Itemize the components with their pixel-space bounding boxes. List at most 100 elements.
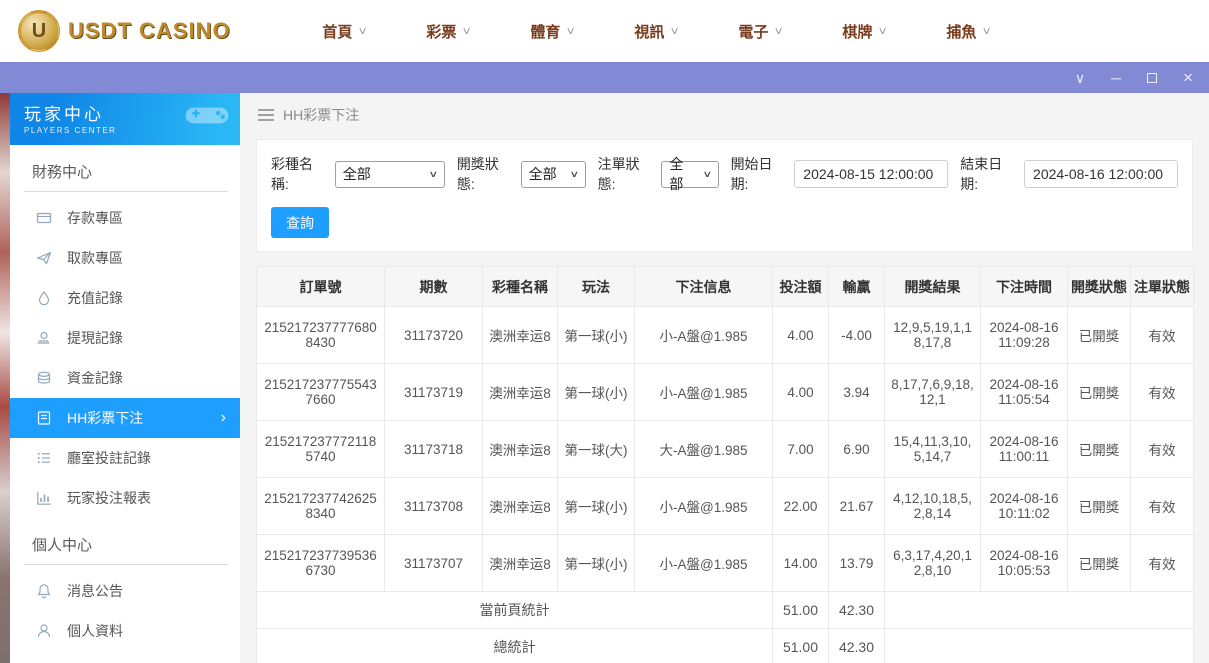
sidebar-item-label: 消息公告 bbox=[67, 581, 123, 601]
cell-play: 第一球(小) bbox=[558, 478, 635, 535]
cell-draw-status: 已開獎 bbox=[1068, 478, 1131, 535]
cell-order-id: 2152172377426258340 bbox=[257, 478, 385, 535]
col-result: 開獎結果 bbox=[885, 267, 981, 307]
cell-draw-status: 已開獎 bbox=[1068, 307, 1131, 364]
cell-bet-info: 小-A盤@1.985 bbox=[635, 364, 773, 421]
sidebar-item-profile[interactable]: 個人資料 bbox=[10, 611, 240, 651]
cell-bet-info: 小-A盤@1.985 bbox=[635, 478, 773, 535]
chevron-down-icon: ∨ bbox=[774, 26, 784, 37]
coins-icon bbox=[36, 370, 52, 386]
sidebar-item-withdraw[interactable]: 取款專區 bbox=[10, 238, 240, 278]
cell-order-id: 2152172377755437660 bbox=[257, 364, 385, 421]
nav-item-boardgames[interactable]: 棋牌 ∨ bbox=[813, 21, 917, 42]
cell-draw-status: 已開獎 bbox=[1068, 421, 1131, 478]
cell-result: 6,3,17,4,20,12,8,10 bbox=[885, 535, 981, 592]
lottery-select[interactable]: 全部 ∨ bbox=[335, 161, 445, 188]
players-center-header: 玩家中心 PLAYERS CENTER bbox=[10, 93, 240, 145]
sidebar-item-label: 廳室投註記錄 bbox=[67, 448, 151, 468]
cell-order-status: 有效 bbox=[1131, 535, 1194, 592]
background-image-strip bbox=[0, 93, 10, 663]
sidebar-item-deposit[interactable]: 存款專區 bbox=[10, 198, 240, 238]
menu-icon[interactable] bbox=[258, 108, 274, 122]
bets-table: 訂單號 期數 彩種名稱 玩法 下注信息 投注額 輸贏 開獎結果 下注時間 開獎狀… bbox=[256, 266, 1194, 663]
sidebar-item-label: 充值記錄 bbox=[67, 288, 123, 308]
window-collapse-icon[interactable]: ∨ bbox=[1075, 71, 1085, 85]
cell-lottery: 澳洲幸运8 bbox=[483, 364, 558, 421]
sidebar-item-player-bet-report[interactable]: 玩家投注報表 bbox=[10, 478, 240, 518]
chevron-right-icon: › bbox=[221, 409, 226, 427]
table-row: 2152172377395366730 31173707 澳洲幸运8 第一球(小… bbox=[257, 535, 1194, 592]
cell-draw-status: 已開獎 bbox=[1068, 364, 1131, 421]
cell-win-loss: 21.67 bbox=[829, 478, 885, 535]
cell-time: 2024-08-16 11:05:54 bbox=[981, 364, 1068, 421]
cell-order-status: 有效 bbox=[1131, 478, 1194, 535]
end-date-input[interactable] bbox=[1024, 160, 1178, 188]
sidebar-item-announcements[interactable]: 消息公告 bbox=[10, 571, 240, 611]
window-maximize-icon[interactable] bbox=[1147, 73, 1157, 83]
sidebar-item-label: 取款專區 bbox=[67, 248, 123, 268]
draw-status-select-value: 全部 bbox=[529, 164, 557, 184]
chevron-down-icon: ∨ bbox=[670, 26, 680, 37]
bets-table-wrap: 訂單號 期數 彩種名稱 玩法 下注信息 投注額 輸贏 開獎結果 下注時間 開獎狀… bbox=[256, 266, 1193, 663]
nav-item-slots[interactable]: 電子 ∨ bbox=[709, 21, 813, 42]
nav-item-home[interactable]: 首頁 ∨ bbox=[293, 21, 397, 42]
nav-item-live[interactable]: 視訊 ∨ bbox=[605, 21, 709, 42]
nav-item-lottery[interactable]: 彩票 ∨ bbox=[397, 21, 501, 42]
nav-item-label: 棋牌 bbox=[842, 21, 872, 42]
chevron-down-icon: ∨ bbox=[878, 26, 888, 37]
table-row: 2152172377755437660 31173719 澳洲幸运8 第一球(小… bbox=[257, 364, 1194, 421]
window-close-icon[interactable]: × bbox=[1183, 69, 1193, 86]
user-icon bbox=[36, 623, 52, 639]
start-date-input[interactable] bbox=[794, 160, 948, 188]
logo-text: USDT CASINO bbox=[68, 18, 231, 44]
table-row: 2152172377426258340 31173708 澳洲幸运8 第一球(小… bbox=[257, 478, 1194, 535]
sidebar-item-label: 提現記錄 bbox=[67, 328, 123, 348]
cell-result: 8,17,7,6,9,18,12,1 bbox=[885, 364, 981, 421]
lottery-label: 彩種名稱: bbox=[271, 154, 330, 194]
order-status-select[interactable]: 全部 ∨ bbox=[661, 161, 718, 188]
cell-amount: 7.00 bbox=[773, 421, 829, 478]
cell-time: 2024-08-16 11:09:28 bbox=[981, 307, 1068, 364]
logo[interactable]: U USDT CASINO bbox=[18, 10, 231, 52]
section-finance-heading: 財務中心 bbox=[24, 161, 228, 192]
filter-row: 彩種名稱: 全部 ∨ 開獎狀態: 全部 ∨ 注單狀態: 全部 ∨ 開始日期: 結… bbox=[271, 154, 1178, 194]
page-summary-row: 當前頁統計 51.00 42.30 bbox=[257, 592, 1194, 629]
cell-time: 2024-08-16 10:11:02 bbox=[981, 478, 1068, 535]
chevron-down-icon: ∨ bbox=[982, 26, 992, 37]
table-header-row: 訂單號 期數 彩種名稱 玩法 下注信息 投注額 輸贏 開獎結果 下注時間 開獎狀… bbox=[257, 267, 1194, 307]
cell-lottery: 澳洲幸运8 bbox=[483, 478, 558, 535]
cell-win-loss: -4.00 bbox=[829, 307, 885, 364]
workspace: 玩家中心 PLAYERS CENTER 財務中心 存款專區 取款專區 充值記錄 bbox=[0, 93, 1209, 663]
cell-period: 31173720 bbox=[385, 307, 483, 364]
sidebar-item-funds-record[interactable]: 資金記錄 bbox=[10, 358, 240, 398]
nav-item-fishing[interactable]: 捕魚 ∨ bbox=[917, 21, 1021, 42]
page-summary-label: 當前頁統計 bbox=[257, 592, 773, 629]
sidebar-item-room-bet-record[interactable]: 廳室投註記錄 bbox=[10, 438, 240, 478]
cell-order-status: 有效 bbox=[1131, 421, 1194, 478]
sidebar-item-label: 資金記錄 bbox=[67, 368, 123, 388]
ledger-icon bbox=[36, 410, 52, 426]
nav-item-sports[interactable]: 體育 ∨ bbox=[501, 21, 605, 42]
window-minimize-icon[interactable]: ─ bbox=[1111, 71, 1121, 85]
droplet-icon bbox=[36, 290, 52, 306]
sidebar-item-hh-lottery-bets[interactable]: HH彩票下注 › bbox=[10, 398, 240, 438]
breadcrumb: HH彩票下注 bbox=[240, 93, 1209, 137]
sidebar-item-recharge-record[interactable]: 充值記錄 bbox=[10, 278, 240, 318]
sidebar-item-withdraw-record[interactable]: 提現記錄 bbox=[10, 318, 240, 358]
order-status-select-value: 全部 bbox=[669, 154, 696, 194]
page-summary-amount: 51.00 bbox=[773, 592, 829, 629]
chevron-down-icon: ∨ bbox=[462, 26, 472, 37]
search-button[interactable]: 查詢 bbox=[271, 207, 329, 238]
cell-bet-info: 小-A盤@1.985 bbox=[635, 535, 773, 592]
cell-win-loss: 6.90 bbox=[829, 421, 885, 478]
draw-status-select[interactable]: 全部 ∨ bbox=[521, 161, 586, 188]
cell-order-id: 2152172377721185740 bbox=[257, 421, 385, 478]
section-personal-heading: 個人中心 bbox=[24, 534, 228, 565]
personal-menu: 消息公告 個人資料 bbox=[10, 571, 240, 651]
page-summary-empty bbox=[885, 592, 1194, 629]
col-bet-info: 下注信息 bbox=[635, 267, 773, 307]
logo-letter: U bbox=[32, 20, 46, 43]
cell-bet-info: 大-A盤@1.985 bbox=[635, 421, 773, 478]
sidebar: 玩家中心 PLAYERS CENTER 財務中心 存款專區 取款專區 充值記錄 bbox=[10, 93, 240, 663]
cell-order-status: 有效 bbox=[1131, 364, 1194, 421]
